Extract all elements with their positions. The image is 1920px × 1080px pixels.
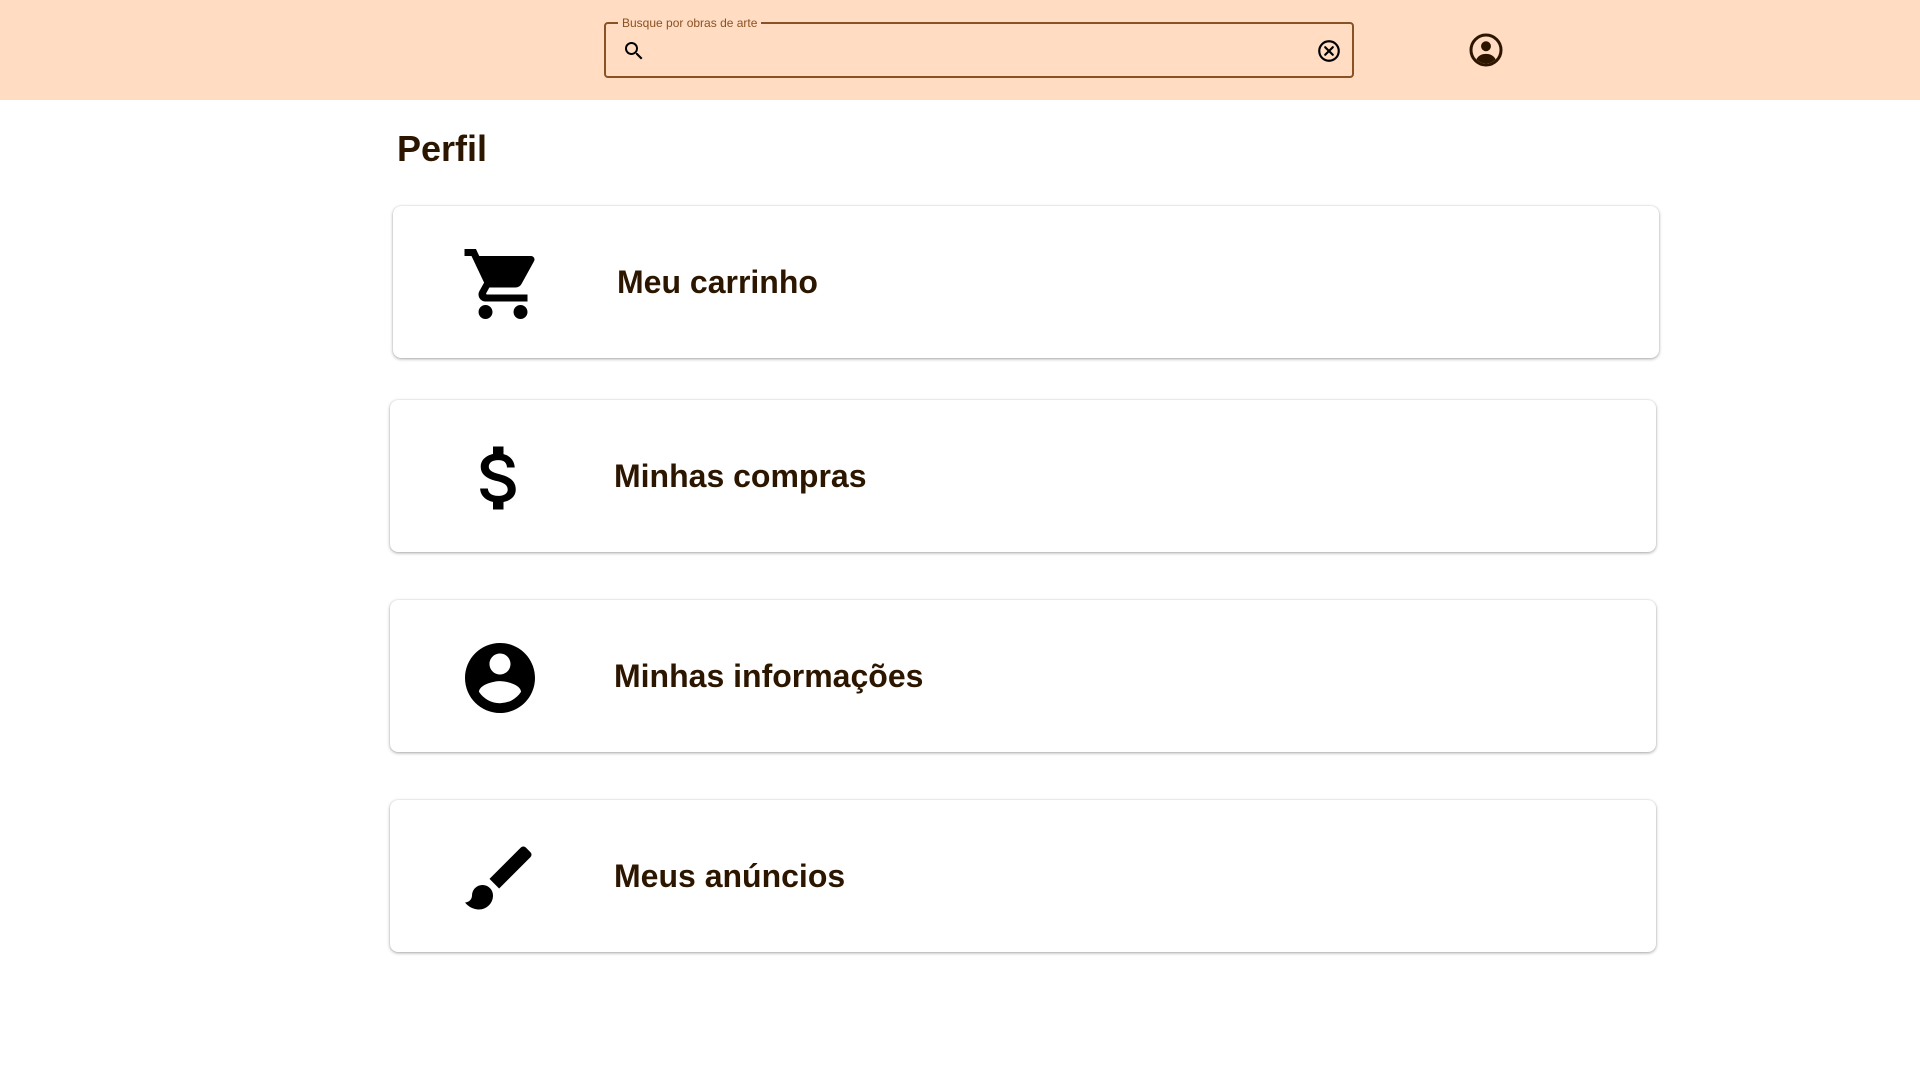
shopping-cart-icon (464, 249, 535, 319)
dollar-icon (480, 446, 516, 510)
menu-card-cart-label: Meu carrinho (617, 264, 818, 300)
menu-card-purchases-label: Minhas compras (614, 458, 867, 494)
account-icon[interactable] (1468, 32, 1504, 68)
top-bar: Busque por obras de arte (0, 0, 1920, 100)
search-label: Busque por obras de arte (618, 15, 762, 31)
search-icon (625, 42, 643, 60)
menu-card-info-label: Minhas informações (614, 658, 924, 694)
menu-card-cart[interactable]: Meu carrinho (393, 206, 1659, 358)
search-field[interactable]: Busque por obras de arte (604, 15, 1354, 78)
menu-card-purchases[interactable]: Minhas compras (390, 400, 1656, 552)
clear-search-icon[interactable] (1316, 38, 1342, 64)
menu-card-ads[interactable]: Meus anúncios (390, 800, 1656, 952)
menu-card-ads-label: Meus anúncios (614, 858, 846, 894)
page-title: Perfil (397, 128, 488, 169)
account-circle-icon (465, 643, 535, 713)
paintbrush-icon (465, 846, 532, 910)
menu-card-info[interactable]: Minhas informações (390, 600, 1656, 752)
search-input[interactable] (658, 32, 1278, 68)
